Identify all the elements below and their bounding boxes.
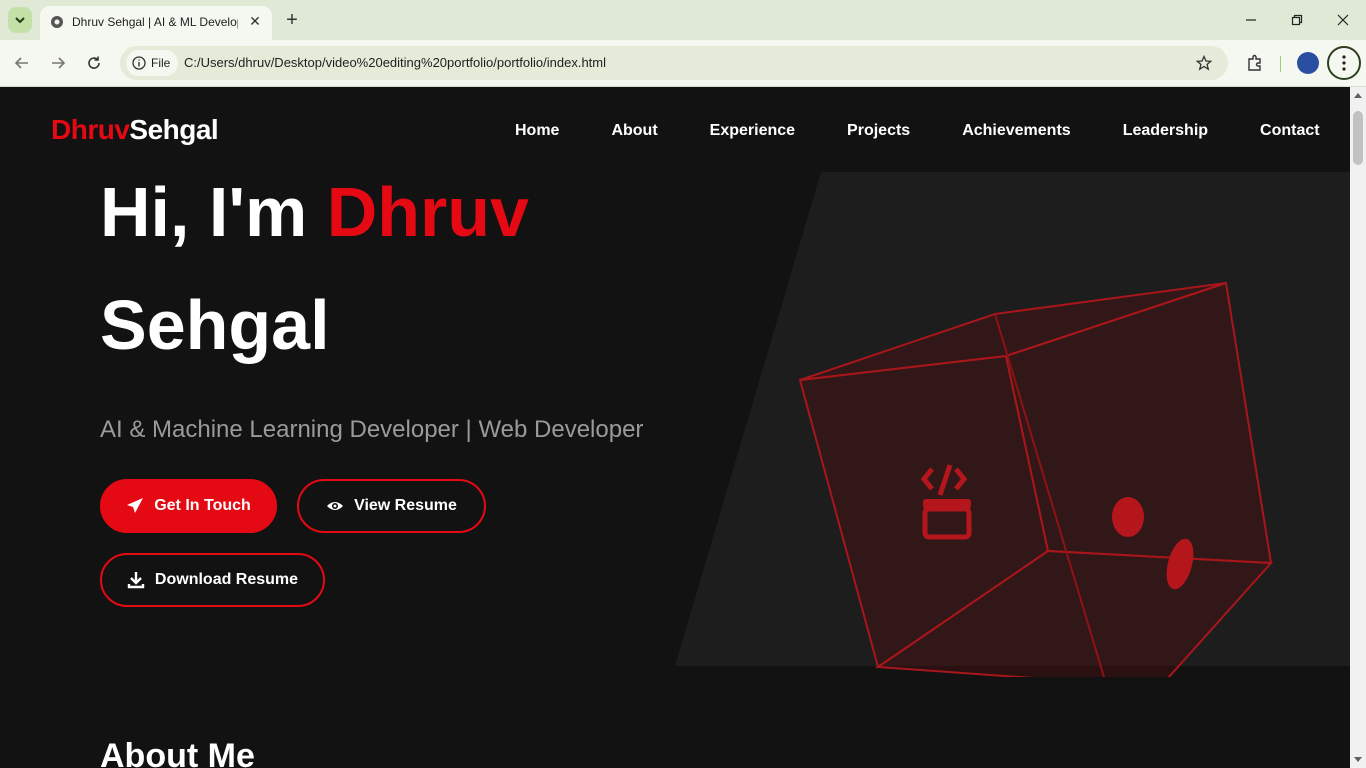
puzzle-icon [1248, 54, 1261, 71]
site-chip-label: File [151, 56, 171, 70]
back-button[interactable] [10, 51, 34, 75]
arrow-left-icon [14, 57, 28, 69]
browser-tab-bar: Dhruv Sehgal | AI & ML Developer ✕ + [0, 0, 1366, 40]
logo-first-name: Dhruv [51, 114, 130, 145]
arrow-right-icon [52, 57, 66, 69]
address-bar[interactable]: File C:/Users/dhruv/Desktop/video%20edit… [120, 46, 1228, 80]
brain-icon [1112, 497, 1144, 537]
get-in-touch-button[interactable]: Get In Touch [100, 479, 277, 533]
minimize-icon [1246, 19, 1256, 21]
download-resume-button[interactable]: Download Resume [100, 553, 325, 607]
scroll-thumb[interactable] [1353, 111, 1363, 165]
url-text[interactable]: C:/Users/dhruv/Desktop/video%20editing%2… [184, 55, 606, 70]
globe-icon [51, 16, 63, 28]
restore-button[interactable] [1282, 8, 1312, 32]
forward-button[interactable] [46, 51, 70, 75]
reload-button[interactable] [82, 51, 106, 75]
portfolio-page: DhruvSehgal Home About Experience Projec… [0, 87, 1350, 768]
profile-avatar[interactable] [1297, 52, 1319, 74]
page-scrollbar[interactable] [1350, 87, 1366, 768]
close-tab-icon[interactable]: ✕ [246, 12, 264, 30]
nav-leadership[interactable]: Leadership [1123, 122, 1208, 140]
tab-title: Dhruv Sehgal | AI & ML Developer [72, 15, 238, 29]
scroll-up-arrow-icon[interactable] [1354, 93, 1362, 98]
tab-search-button[interactable] [8, 7, 32, 33]
nav-experience[interactable]: Experience [710, 122, 795, 140]
extensions-button[interactable] [1244, 52, 1266, 74]
toolbar-divider [1280, 56, 1281, 72]
download-resume-label: Download Resume [154, 571, 299, 588]
nav-contact[interactable]: Contact [1260, 122, 1320, 140]
chevron-down-icon [15, 17, 25, 24]
minimize-button[interactable] [1236, 8, 1266, 32]
hero-greeting: Hi, I'm [100, 173, 327, 251]
hero-first-name: Dhruv [326, 173, 529, 251]
restore-icon [1291, 14, 1303, 26]
site-logo[interactable]: DhruvSehgal [51, 114, 219, 146]
scroll-down-arrow-icon[interactable] [1354, 757, 1362, 762]
nav-home[interactable]: Home [515, 122, 559, 140]
logo-last-name: Sehgal [129, 114, 219, 145]
browser-toolbar: File C:/Users/dhruv/Desktop/video%20edit… [0, 40, 1366, 87]
browser-menu-button[interactable] [1327, 46, 1361, 80]
reload-icon [88, 56, 100, 69]
hero-last-name: Sehgal [100, 286, 330, 364]
star-icon [1196, 55, 1212, 71]
browser-tab-active[interactable]: Dhruv Sehgal | AI & ML Developer ✕ [40, 6, 272, 40]
nav-achievements[interactable]: Achievements [962, 122, 1071, 140]
new-tab-button[interactable]: + [282, 8, 302, 32]
paper-plane-icon [127, 498, 144, 513]
view-resume-button[interactable]: View Resume [297, 479, 486, 533]
rotating-skills-cube [798, 281, 1274, 677]
hero-heading-line1: Hi, I'm Dhruv [100, 177, 529, 247]
download-icon [127, 572, 145, 589]
get-in-touch-label: Get In Touch [154, 497, 251, 514]
info-icon [132, 56, 146, 70]
eye-icon [327, 502, 344, 510]
close-window-button[interactable] [1328, 8, 1358, 32]
close-icon [1337, 14, 1349, 26]
nav-projects[interactable]: Projects [847, 122, 910, 140]
view-resume-label: View Resume [354, 497, 457, 514]
nav-about[interactable]: About [611, 122, 657, 140]
hero-subtitle: AI & Machine Learning Developer | Web De… [100, 416, 644, 443]
main-nav: Home About Experience Projects Achieveme… [515, 122, 1320, 140]
site-info-chip[interactable]: File [126, 50, 178, 76]
about-section-heading: About Me [100, 737, 255, 768]
more-vert-icon [1342, 55, 1346, 71]
bookmark-button[interactable] [1194, 53, 1214, 73]
